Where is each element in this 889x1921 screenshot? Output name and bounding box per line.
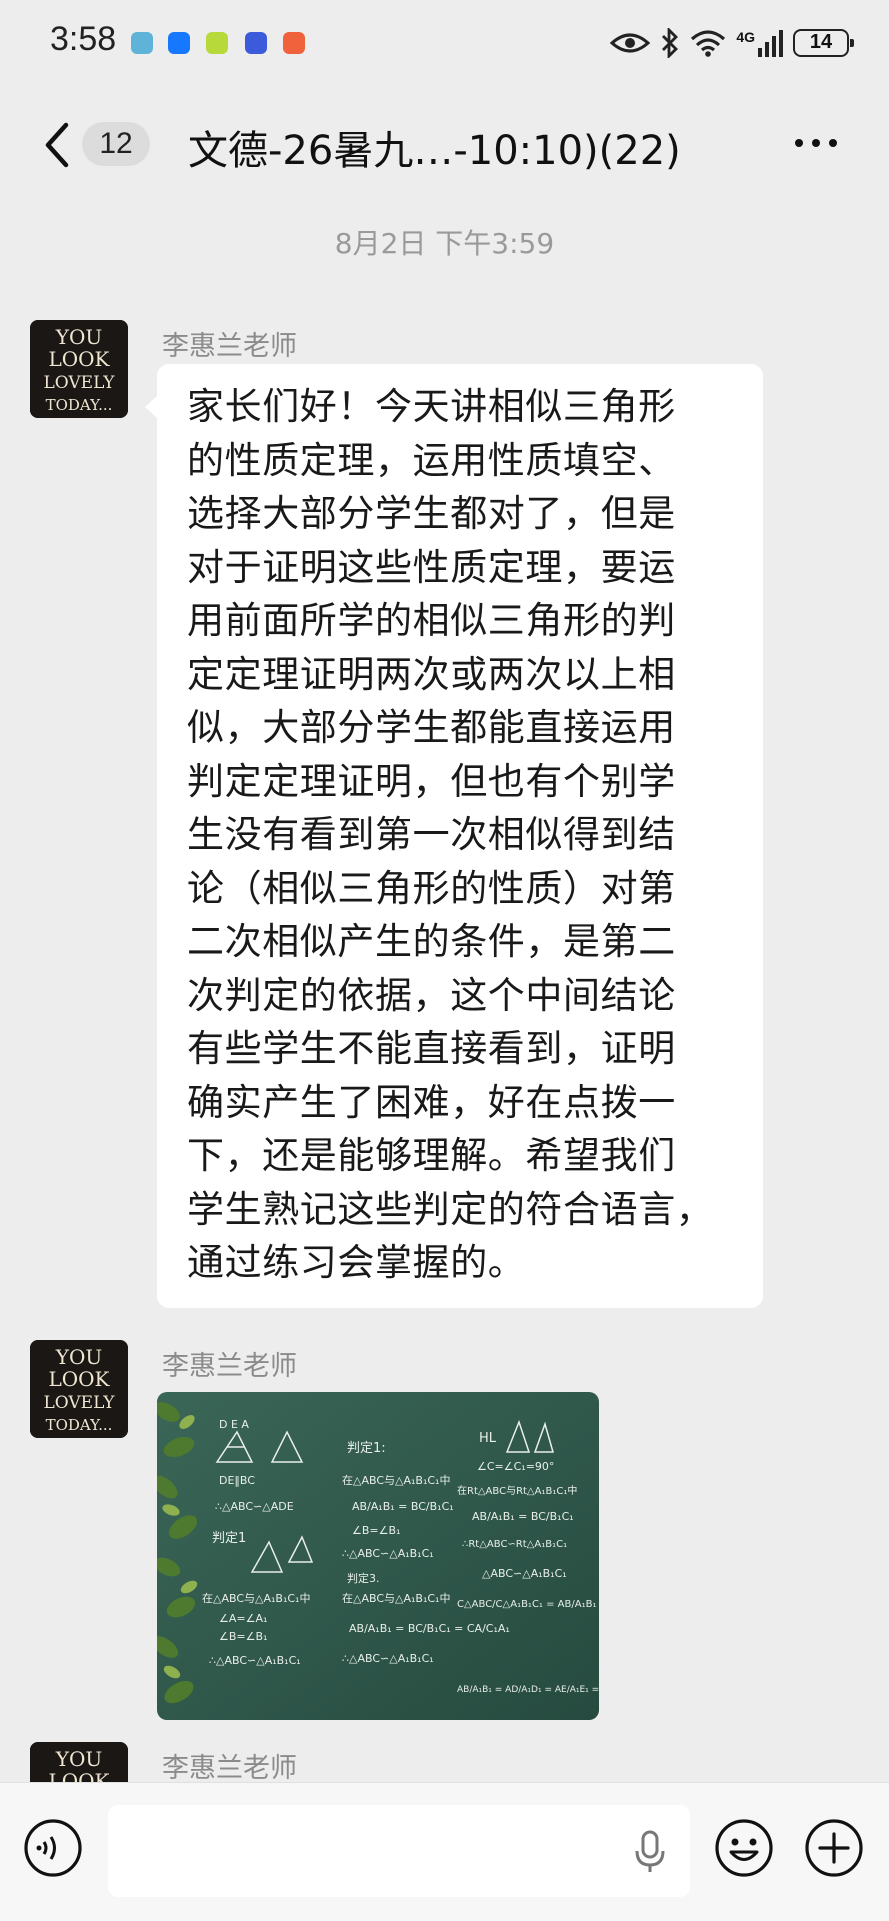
chalk-text: ∠B=∠B₁ — [352, 1524, 400, 1537]
message-input[interactable] — [108, 1805, 690, 1897]
avatar[interactable]: YOU LOOK LOVELY TODAY... — [30, 320, 128, 418]
chalkboard-photo[interactable]: D E A DE‖BC ∴△ABC∽△ADE 判定1 在△ABC与△A₁B₁C₁… — [157, 1392, 599, 1720]
chalk-text: DE‖BC — [219, 1474, 255, 1487]
chalk-text: AB/A₁B₁ = BC/B₁C₁ — [352, 1500, 454, 1513]
shopping-app-icon — [283, 32, 305, 54]
chalk-text: 判定1 — [212, 1531, 246, 1546]
voice-mode-icon[interactable] — [22, 1817, 84, 1879]
avatar-image: YOU LOOK LOVELY TODAY... — [30, 320, 128, 418]
avatar-word-4: TODAY... — [46, 1416, 113, 1434]
avatar-word-2: LOOK — [48, 1367, 110, 1391]
chalk-text: AB/A₁B₁ = BC/B₁C₁ = CA/C₁A₁ — [349, 1622, 510, 1635]
avatar[interactable]: YOU LOOK — [30, 1742, 128, 1782]
wifi-icon — [691, 30, 726, 57]
chalk-text: ∠A=∠A₁ — [219, 1612, 267, 1625]
voice-app-icon — [245, 32, 267, 54]
chalk-text: ∴△ABC∽△A₁B₁C₁ — [209, 1654, 301, 1667]
chalk-text: AB/A₁B₁ = AD/A₁D₁ = AE/A₁E₁ = AH/A₁H₁ — [457, 1685, 599, 1695]
sender-name: 李惠兰老师 — [162, 1351, 297, 1382]
avatar-word-2: LOOK — [48, 347, 110, 371]
avatar-word-4: TODAY... — [46, 396, 113, 414]
sender-name: 李惠兰老师 — [162, 331, 297, 362]
avatar-word-2: LOOK — [48, 1769, 110, 1782]
chalk-text: ∴Rt△ABC∽Rt△A₁B₁C₁ — [462, 1539, 567, 1550]
avatar-word-1: YOU — [55, 1747, 102, 1771]
message-item: YOU LOOK 李惠兰老师 — [0, 1742, 889, 1782]
shield-app-icon — [131, 32, 153, 54]
chat-app-icon — [206, 32, 228, 54]
chalk-text: 在△ABC与△A₁B₁C₁中 — [342, 1474, 450, 1487]
chalk-text: ∠B=∠B₁ — [219, 1630, 267, 1643]
status-indicators: 4G 14 — [610, 26, 854, 60]
chalk-text: 在Rt△ABC与Rt△A₁B₁C₁中 — [457, 1484, 577, 1497]
message-text: 家长们好！今天讲相似三角形 的性质定理，运用性质填空、 选择大部分学生都对了，但… — [187, 385, 714, 1284]
chalk-text: AB/A₁B₁ = BC/B₁C₁ — [472, 1510, 574, 1523]
more-options-icon[interactable] — [791, 128, 841, 158]
chalk-text: ∴△ABC∽△ADE — [215, 1500, 294, 1513]
unread-count-badge[interactable]: 12 — [82, 122, 150, 166]
avatar[interactable]: YOU LOOK LOVELY TODAY... — [30, 1340, 128, 1438]
eye-icon — [610, 33, 651, 53]
alipay-icon — [168, 32, 190, 54]
chat-header: 12 文德-26暑九…-10:10)(22) — [0, 88, 889, 200]
emoji-icon[interactable] — [713, 1817, 775, 1879]
avatar-word-1: YOU — [55, 1345, 102, 1369]
network-type: 4G — [736, 28, 755, 45]
status-bar: 3:58 4G 14 — [0, 0, 889, 88]
avatar-word-3: LOVELY — [43, 373, 115, 393]
avatar-word-3: LOVELY — [43, 1393, 115, 1413]
bluetooth-icon — [662, 28, 679, 58]
chalk-text: ∴△ABC∽△A₁B₁C₁ — [342, 1547, 434, 1560]
chalk-text: ∴△ABC∽△A₁B₁C₁ — [342, 1652, 434, 1665]
sender-name: 李惠兰老师 — [162, 1753, 297, 1782]
chalkboard-image: D E A DE‖BC ∴△ABC∽△ADE 判定1 在△ABC与△A₁B₁C₁… — [157, 1392, 599, 1720]
status-time: 3:58 — [50, 20, 117, 58]
chalk-text: C△ABC/C△A₁B₁C₁ = AB/A₁B₁ = k — [457, 1599, 599, 1610]
chalk-text: 在△ABC与△A₁B₁C₁中 — [202, 1592, 310, 1605]
chalk-text: HL — [479, 1431, 497, 1446]
add-more-icon[interactable] — [803, 1817, 865, 1879]
message-bubble[interactable]: 家长们好！今天讲相似三角形 的性质定理，运用性质填空、 选择大部分学生都对了，但… — [145, 364, 763, 1308]
message-item: YOU LOOK LOVELY TODAY... 李惠兰老师 D E A DE‖… — [0, 1340, 889, 1730]
back-arrow-icon[interactable] — [40, 120, 76, 170]
input-bar — [0, 1782, 889, 1921]
chalk-text: 在△ABC与△A₁B₁C₁中 — [342, 1592, 450, 1605]
chalk-text: 判定3. — [347, 1571, 380, 1585]
microphone-icon[interactable] — [632, 1829, 668, 1875]
avatar-word-1: YOU — [55, 325, 102, 349]
chalk-text: ∠C=∠C₁=90° — [477, 1460, 554, 1473]
avatar-image: YOU LOOK — [30, 1742, 128, 1782]
battery-indicator: 14 — [793, 29, 854, 57]
message-timestamp: 8月2日 下午3:59 — [334, 227, 555, 260]
chalk-text: 判定1: — [347, 1441, 386, 1456]
chalk-text: D E A — [219, 1418, 249, 1431]
signal-4g: 4G — [736, 28, 783, 57]
avatar-image: YOU LOOK LOVELY TODAY... — [30, 1340, 128, 1438]
chalk-text: △ABC∽△A₁B₁C₁ — [482, 1567, 567, 1580]
chat-title: 文德-26暑九…-10:10)(22) — [188, 128, 681, 174]
message-item: YOU LOOK LOVELY TODAY... 李惠兰老师 家长们好！今天讲相… — [0, 320, 889, 1310]
